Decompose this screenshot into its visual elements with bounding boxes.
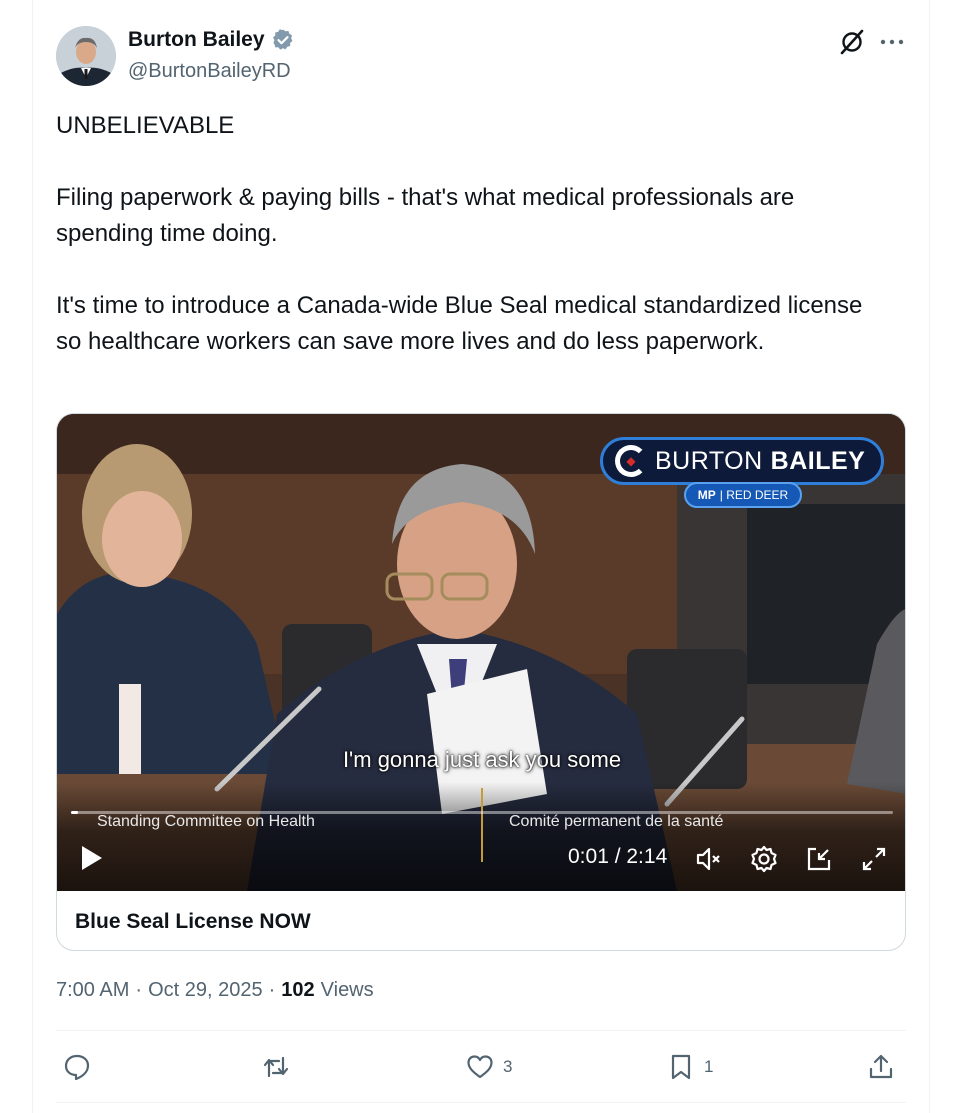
lower-third-english: Standing Committee on Health	[97, 813, 315, 830]
share-icon	[869, 1054, 893, 1079]
tweet-meta: 7:00 AM · Oct 29, 2025 · 102 Views	[56, 979, 374, 1002]
grok-icon[interactable]	[838, 28, 866, 56]
video-time: 0:01 / 2:14	[568, 845, 668, 868]
logo-sub-place: | RED DEER	[719, 488, 789, 502]
video-progress-bar[interactable]	[71, 811, 893, 814]
reply-icon	[64, 1054, 90, 1081]
logo-name-bold: BAILEY	[770, 446, 866, 475]
tweet-paragraph: Filing paperwork & paying bills - that's…	[56, 184, 795, 247]
share-button[interactable]	[866, 1044, 896, 1090]
picture-in-picture-icon[interactable]	[804, 844, 834, 874]
like-button[interactable]: 3	[465, 1044, 512, 1090]
tweet-paragraph: It's time to introduce a Canada-wide Blu…	[56, 292, 863, 355]
reply-button[interactable]	[62, 1044, 100, 1090]
channel-logo: ◆ BURTON BAILEY	[600, 437, 884, 485]
tweet-time[interactable]: 7:00 AM	[56, 979, 129, 1002]
avatar[interactable]	[56, 26, 116, 86]
gear-icon[interactable]	[749, 844, 779, 874]
like-count: 3	[503, 1057, 513, 1076]
divider	[56, 1030, 906, 1031]
author-handle[interactable]: @BurtonBaileyRD	[128, 60, 291, 83]
lower-third-divider	[481, 788, 483, 862]
maple-leaf-icon: ◆	[615, 445, 647, 477]
logo-name-regular: BURTON	[655, 446, 763, 475]
heart-icon	[467, 1055, 493, 1079]
author-display-name[interactable]: Burton Bailey	[128, 28, 265, 52]
play-icon[interactable]	[77, 844, 105, 872]
bookmark-count: 1	[704, 1057, 714, 1076]
author-name-row: Burton Bailey	[128, 28, 295, 52]
muted-speaker-icon[interactable]	[694, 844, 724, 874]
card-title[interactable]: Blue Seal License NOW	[75, 910, 311, 934]
logo-sub-mp: MP	[697, 488, 716, 502]
video-player[interactable]: ◆ BURTON BAILEY MP | RED DEER I'm gonna …	[57, 414, 905, 891]
video-caption: I'm gonna just ask you some	[342, 747, 622, 772]
bookmark-button[interactable]: 1	[666, 1044, 713, 1090]
media-card[interactable]: ◆ BURTON BAILEY MP | RED DEER I'm gonna …	[56, 413, 906, 951]
avatar-image	[56, 26, 116, 86]
more-icon[interactable]	[876, 28, 908, 56]
logo-subtitle: MP | RED DEER	[684, 482, 802, 508]
repost-icon	[263, 1056, 289, 1078]
views-label: Views	[320, 979, 374, 1001]
action-bar: 3 1	[56, 1044, 906, 1090]
tweet-text: UNBELIEVABLE Filing paperwork & paying b…	[56, 108, 886, 360]
repost-button[interactable]	[261, 1044, 299, 1090]
bookmark-icon	[671, 1054, 691, 1080]
tweet-date[interactable]: Oct 29, 2025	[148, 979, 263, 1002]
tweet-paragraph: UNBELIEVABLE	[56, 112, 235, 139]
views-count: 102	[281, 979, 315, 1001]
lower-third-french: Comité permanent de la santé	[509, 813, 724, 830]
meta-separator: ·	[268, 979, 276, 1001]
verified-badge-icon[interactable]	[271, 28, 295, 52]
meta-separator: ·	[135, 979, 143, 1001]
expand-icon[interactable]	[859, 844, 889, 874]
divider	[56, 1102, 906, 1103]
video-progress-fill	[71, 811, 78, 814]
